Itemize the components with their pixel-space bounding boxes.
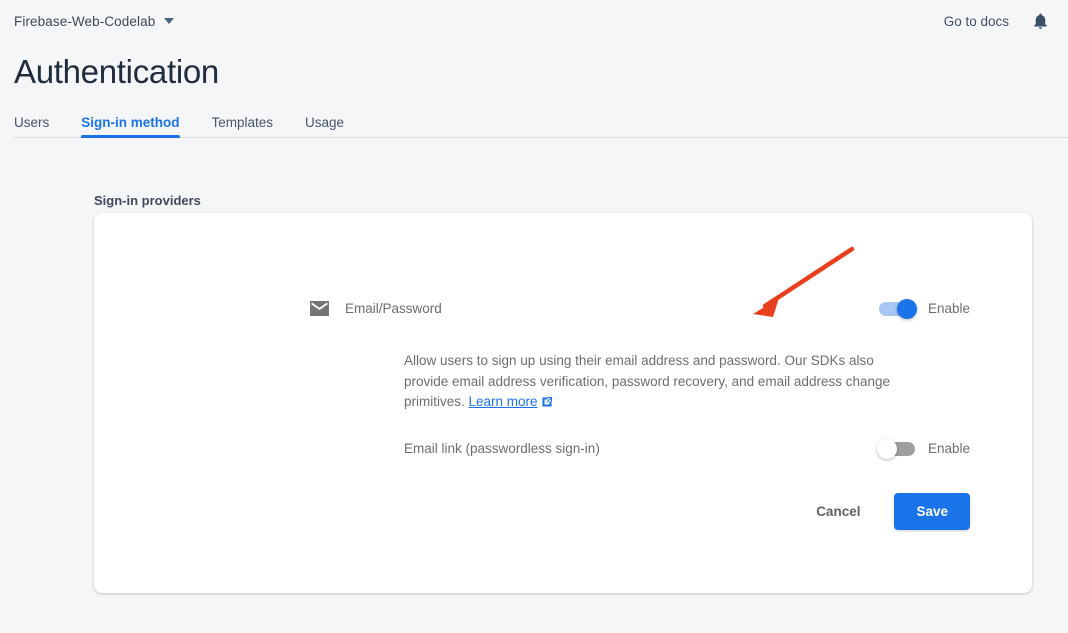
- toggle-group-email-password: Enable: [879, 301, 970, 316]
- envelope-icon: [310, 301, 345, 316]
- cancel-button[interactable]: Cancel: [804, 494, 872, 529]
- tab-sign-in-method[interactable]: Sign-in method: [65, 115, 195, 138]
- provider-label-email-link: Email link (passwordless sign-in): [404, 441, 600, 456]
- tab-bar: Users Sign-in method Templates Usage: [0, 106, 1068, 138]
- project-name: Firebase-Web-Codelab: [14, 14, 155, 29]
- top-bar: Firebase-Web-Codelab Go to docs: [0, 0, 1068, 42]
- sign-in-providers-card: Email/Password Enable Allow users to sig…: [94, 213, 1032, 593]
- project-selector[interactable]: Firebase-Web-Codelab: [14, 14, 174, 29]
- toggle-group-email-link: Enable: [879, 441, 970, 456]
- provider-description-email-password: Allow users to sign up using their email…: [404, 351, 909, 415]
- toggle-label-email-password: Enable: [928, 301, 970, 316]
- provider-row-email-link: Email link (passwordless sign-in) Enable: [404, 441, 970, 456]
- toggle-thumb: [897, 299, 917, 319]
- envelope-glyph: [310, 301, 329, 316]
- external-link-glyph: [541, 396, 553, 408]
- page-title: Authentication: [0, 42, 1068, 94]
- external-link-icon[interactable]: [541, 394, 553, 415]
- sign-in-providers-label: Sign-in providers: [94, 193, 1068, 208]
- tab-users[interactable]: Users: [14, 115, 65, 138]
- learn-more-link[interactable]: Learn more: [469, 394, 538, 409]
- provider-row-email-password: Email/Password Enable: [310, 301, 970, 316]
- card-actions: Cancel Save: [804, 493, 970, 530]
- toggle-label-email-link: Enable: [928, 441, 970, 456]
- bell-glyph: [1031, 11, 1050, 31]
- notification-bell-icon[interactable]: [1031, 11, 1050, 31]
- top-bar-actions: Go to docs: [944, 11, 1050, 31]
- toggle-email-link[interactable]: [879, 442, 915, 456]
- toggle-thumb: [877, 439, 897, 459]
- chevron-down-icon: [164, 18, 174, 24]
- provider-label-email-password: Email/Password: [345, 301, 442, 316]
- go-to-docs-link[interactable]: Go to docs: [944, 14, 1009, 29]
- tab-usage[interactable]: Usage: [289, 115, 360, 138]
- toggle-email-password[interactable]: [879, 302, 915, 316]
- tab-templates[interactable]: Templates: [196, 115, 290, 138]
- save-button[interactable]: Save: [894, 493, 970, 530]
